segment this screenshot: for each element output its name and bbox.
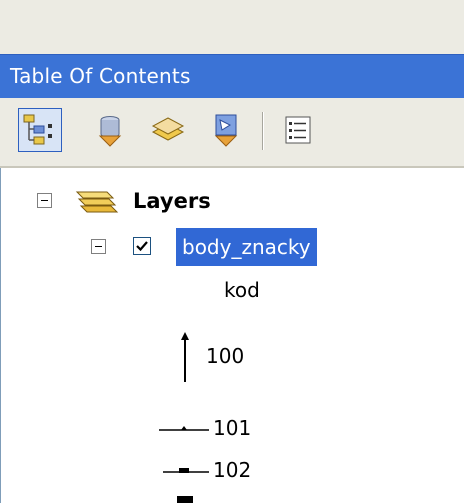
toc-toolbar [0,98,464,168]
list-by-drawing-order-button[interactable] [18,108,62,152]
panel-title: Table Of Contents [10,64,191,88]
symbol-label-100: 100 [206,344,245,368]
vertical-arrow-symbol-icon [181,332,189,382]
list-by-visibility-icon [151,117,185,141]
toc-tree: Layers body_znacky kod 100 101 102 [0,168,464,503]
toc-title-bar: Table Of Contents [0,54,464,98]
list-by-source-button[interactable] [88,108,132,152]
list-by-selection-icon [214,114,238,147]
window-top-strip [0,0,464,54]
symbol-label-102: 102 [213,458,252,482]
options-button[interactable] [276,108,320,152]
layer-visibility-checkbox[interactable] [133,237,151,255]
partial-symbol-icon [177,496,193,503]
line-dot-symbol-icon [159,426,209,431]
toolbar-separator [262,112,264,150]
list-by-visibility-button[interactable] [146,108,190,152]
list-by-drawing-order-icon [23,114,52,145]
layers-root-label[interactable]: Layers [133,189,211,213]
layer-name[interactable]: body_znacky [176,228,317,266]
layers-collapse-toggle[interactable] [37,193,52,208]
checkmark-icon [136,241,148,252]
symbol-label-101: 101 [213,416,252,440]
line-square-symbol-icon [163,468,209,473]
symbology-field-label: kod [224,278,260,302]
layers-stack-icon [75,191,119,213]
layer-collapse-toggle[interactable] [91,239,106,254]
list-by-selection-button[interactable] [204,108,248,152]
list-by-source-icon [98,116,122,147]
options-icon [285,116,311,144]
